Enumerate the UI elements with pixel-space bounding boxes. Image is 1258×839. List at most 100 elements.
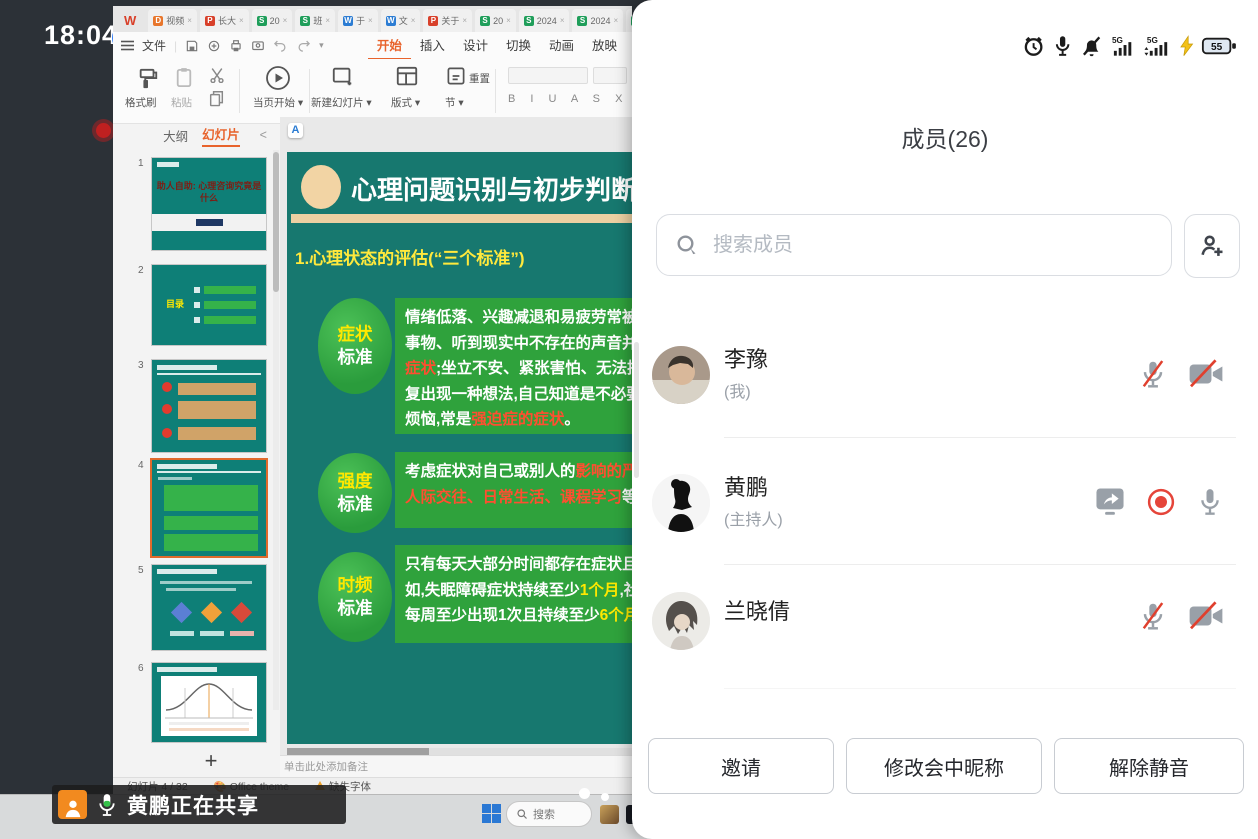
reset-icon[interactable] (445, 65, 467, 87)
ribbon-tab-切换[interactable]: 切换 (497, 31, 540, 60)
paste-label[interactable]: 粘贴 (171, 95, 192, 110)
tab-outline[interactable]: 大纲 (163, 126, 188, 145)
close-icon[interactable]: × (368, 16, 373, 25)
notes-placeholder[interactable]: 单击此处添加备注 (280, 755, 632, 777)
slide-thumbnail-6[interactable] (152, 663, 266, 742)
close-icon[interactable]: × (187, 16, 192, 25)
document-tab-strip: WD视频×P长大×S20×S班×W于×W文×P关于×S20×S2024×S202… (113, 6, 632, 32)
save-icon[interactable] (185, 39, 199, 53)
ribbon-tab-设计[interactable]: 设计 (454, 31, 497, 60)
clock-time: 18:04 (44, 20, 118, 51)
slide-thumbnail-3[interactable] (152, 360, 266, 452)
reset-label[interactable]: 重置 (469, 71, 490, 86)
member-search-box[interactable] (656, 214, 1172, 276)
undo-icon[interactable] (273, 39, 288, 52)
camera-muted-icon (1188, 601, 1224, 631)
close-icon[interactable]: × (462, 16, 467, 25)
title-underline-bar (291, 214, 632, 223)
document-tab[interactable]: S2024× (519, 9, 570, 32)
windows-start-icon[interactable] (482, 804, 501, 823)
layout-label[interactable]: 版式 ▾ (391, 95, 420, 110)
copy-icon[interactable] (209, 91, 224, 107)
font-name-dropdown[interactable] (508, 67, 588, 84)
close-icon[interactable]: × (411, 16, 416, 25)
layout-icon[interactable] (395, 65, 419, 89)
new-slide-icon[interactable] (331, 65, 355, 89)
document-tab[interactable]: P关于× (423, 9, 472, 32)
add-member-button[interactable] (1184, 214, 1240, 278)
invite-button[interactable]: 邀请 (648, 738, 834, 794)
close-icon[interactable]: × (239, 16, 244, 25)
print-icon[interactable] (229, 39, 243, 53)
decor (157, 365, 217, 370)
slide-thumbnail-5[interactable] (152, 565, 266, 650)
divider (724, 688, 1236, 689)
redo-icon[interactable] (296, 39, 311, 52)
format-painter-icon[interactable] (137, 67, 159, 91)
thumbnail-scrollbar-thumb[interactable] (273, 152, 279, 292)
slide-thumbnail-1[interactable]: 助人自助: 心理咨询究竟是什么 (152, 158, 266, 250)
hamburger-menu-icon[interactable] (121, 40, 134, 51)
new-slide-label[interactable]: 新建幻灯片 ▾ (311, 95, 372, 110)
document-tab[interactable]: W于× (338, 9, 378, 32)
text-format-buttons[interactable]: B I U A S X (508, 93, 628, 105)
ribbon-tab-放映[interactable]: 放映 (583, 31, 626, 60)
mic-muted-icon (1138, 358, 1168, 390)
change-nickname-button[interactable]: 修改会中昵称 (846, 738, 1042, 794)
slide-thumbnail-4-selected[interactable] (152, 460, 266, 556)
document-tab[interactable]: S20× (252, 9, 293, 32)
document-tab[interactable]: S20× (475, 9, 516, 32)
slide-thumbnail-2[interactable]: 目录 (152, 265, 266, 345)
section-label[interactable]: 节 ▾ (445, 95, 464, 110)
chevron-down-icon[interactable]: ▾ (319, 40, 324, 51)
document-tab[interactable]: S2024× (572, 9, 623, 32)
panel-scrollbar-thumb[interactable] (634, 342, 639, 478)
decor (204, 286, 256, 294)
play-from-slide-label[interactable]: 当页开始 ▾ (253, 95, 303, 110)
collapse-pane-chevron[interactable]: < (260, 128, 267, 142)
cut-icon[interactable] (209, 67, 225, 83)
document-tab[interactable]: W (115, 9, 145, 32)
close-icon[interactable]: × (325, 16, 330, 25)
ribbon-tab-动画[interactable]: 动画 (540, 31, 583, 60)
play-from-slide-icon[interactable] (265, 65, 291, 91)
document-tab[interactable]: W文× (381, 9, 421, 32)
document-tab[interactable]: D视频× (148, 9, 197, 32)
member-status-icons (1138, 358, 1224, 390)
ribbon-tab-开始[interactable]: 开始 (368, 31, 411, 60)
file-menu[interactable]: 文件 (142, 37, 166, 54)
ribbon-tab-插入[interactable]: 插入 (411, 31, 454, 60)
preview-icon[interactable] (251, 39, 265, 53)
thumb-number: 3 (138, 360, 144, 371)
member-search-input[interactable] (711, 233, 1115, 258)
close-icon[interactable]: × (506, 16, 511, 25)
divider: | (174, 39, 177, 53)
unmute-button[interactable]: 解除静音 (1054, 738, 1244, 794)
document-tab[interactable]: P长大× (200, 9, 249, 32)
member-row[interactable]: 黄鹏 (主持人) (652, 440, 1238, 566)
document-tab[interactable]: S班× (295, 9, 335, 32)
slide-hscrollbar-thumb[interactable] (287, 748, 429, 755)
slide-text-line: 事物、听到现实中不存在的声音并坚信不 (405, 331, 632, 357)
text-block-frequency: 只有每天大部分时间都存在症状且持续时如,失眠障碍症状持续至少1个月,社交每周至少… (395, 545, 632, 643)
paste-icon[interactable] (175, 67, 193, 89)
wps-assistant-icon[interactable]: A (288, 123, 303, 138)
member-row[interactable]: 兰晓倩 (652, 566, 1238, 682)
thumb-number: 6 (138, 663, 144, 674)
taskbar-search[interactable]: 搜索 (506, 801, 592, 827)
doc-type-icon: P (205, 16, 215, 26)
export-icon[interactable] (207, 39, 221, 53)
font-size-dropdown[interactable] (593, 67, 627, 84)
decor (204, 301, 256, 309)
close-icon[interactable]: × (283, 16, 288, 25)
member-row[interactable]: 李豫 (我) (652, 312, 1238, 438)
doc-tab-label: 视频 (166, 14, 184, 27)
format-painter-label[interactable]: 格式刷 (125, 95, 157, 110)
signal-5g-icon-1: 5G (1111, 34, 1137, 58)
tab-slides[interactable]: 幻灯片 (202, 124, 240, 147)
taskbar-app-icon-game[interactable] (600, 805, 619, 824)
doc-tab-label: 班 (313, 14, 322, 27)
close-icon[interactable]: × (560, 16, 565, 25)
close-icon[interactable]: × (614, 16, 619, 25)
add-slide-button[interactable]: + (196, 748, 226, 774)
